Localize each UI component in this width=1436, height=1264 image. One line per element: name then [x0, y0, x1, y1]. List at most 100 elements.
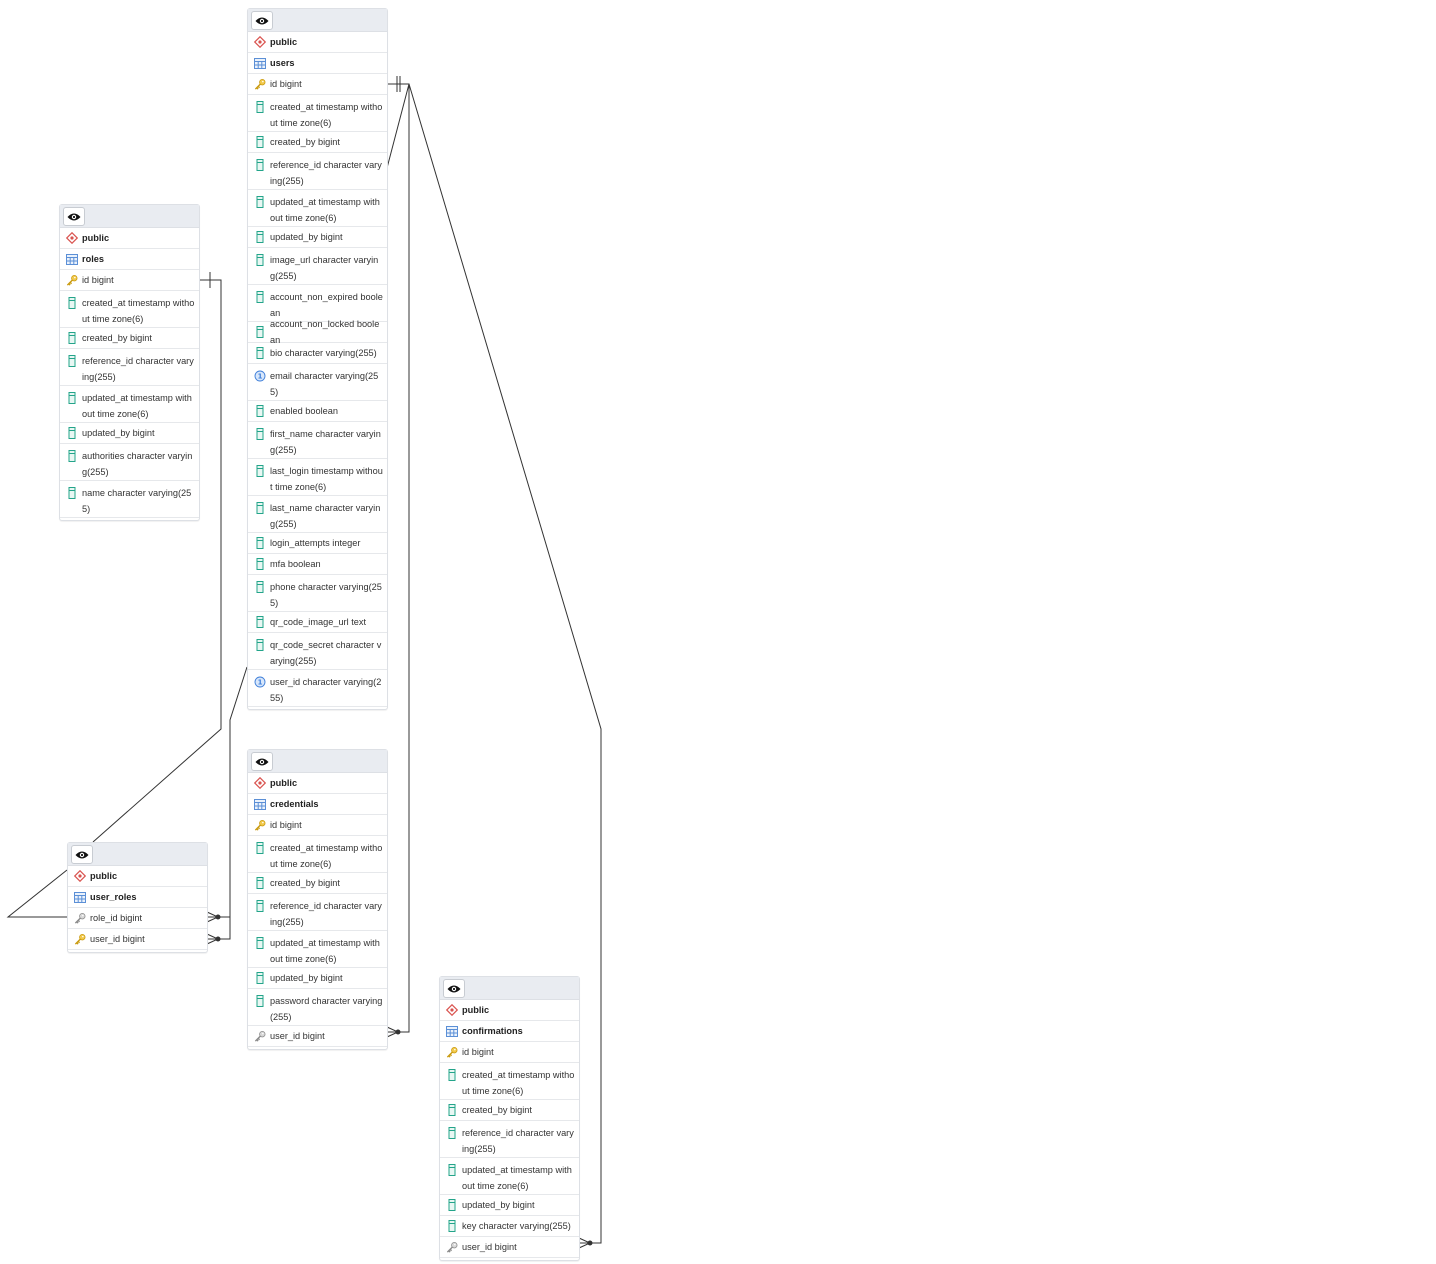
foreign-key-icon [254, 1029, 266, 1043]
table-name-row[interactable]: credentials [248, 794, 387, 815]
column-row-label: image_url character varying(255) [270, 255, 379, 281]
schema-row[interactable]: public [248, 32, 387, 53]
column-icon [254, 971, 266, 985]
column-row[interactable]: reference_id character varying(255) [248, 153, 387, 190]
table-users[interactable]: public users id bigint created_at timestamp… [247, 8, 388, 710]
column-row-label: id bigint [270, 79, 302, 89]
column-row[interactable]: id bigint [248, 815, 387, 836]
column-row[interactable]: user_id bigint [68, 929, 207, 950]
column-row[interactable]: id bigint [60, 270, 199, 291]
table-header [248, 9, 387, 32]
column-row[interactable]: created_at timestamp without time zone(6… [60, 291, 199, 328]
primary-key-icon [446, 1045, 458, 1059]
table-name-row[interactable]: roles [60, 249, 199, 270]
column-row[interactable]: role_id bigint [68, 908, 207, 929]
column-row[interactable]: id bigint [248, 74, 387, 95]
column-row[interactable]: created_at timestamp without time zone(6… [248, 836, 387, 873]
column-row-label: role_id bigint [90, 913, 143, 923]
column-row-label: phone character varying(255) [270, 582, 382, 608]
column-row-label: created_at timestamp without time zone(6… [82, 298, 195, 324]
schema-row[interactable]: public [248, 773, 387, 794]
column-row[interactable]: updated_at timestamp without time zone(6… [248, 931, 387, 968]
column-row[interactable]: updated_by bigint [248, 968, 387, 989]
table-confirmations[interactable]: public confirmations id bigint created_at t… [439, 976, 580, 1261]
column-row[interactable]: enabled boolean [248, 401, 387, 422]
column-row[interactable]: mfa boolean [248, 554, 387, 575]
column-row[interactable]: reference_id character varying(255) [248, 894, 387, 931]
column-row[interactable]: account_non_locked boolean [248, 319, 387, 345]
column-icon [254, 501, 266, 515]
table-user-roles[interactable]: public user_roles role_id bigint user_id bi… [67, 842, 208, 953]
table-name-row-label: user_roles [90, 892, 137, 902]
table-credentials[interactable]: public credentials id bigint created_at tim… [247, 749, 388, 1050]
column-row[interactable]: id bigint [440, 1042, 579, 1063]
column-icon [66, 486, 78, 500]
column-row[interactable]: last_login timestamp without time zone(6… [248, 459, 387, 496]
foreign-key-icon [74, 911, 86, 925]
schema-row[interactable]: public [68, 866, 207, 887]
column-row[interactable]: name character varying(255) [60, 481, 199, 518]
column-icon [254, 994, 266, 1008]
column-icon [254, 557, 266, 571]
primary-key-icon [254, 77, 266, 91]
column-row[interactable]: authorities character varying(255) [60, 444, 199, 481]
column-row[interactable]: created_by bigint [60, 328, 199, 349]
column-row[interactable]: updated_by bigint [440, 1195, 579, 1216]
column-row[interactable]: updated_at timestamp without time zone(6… [248, 190, 387, 227]
column-row[interactable]: first_name character varying(255) [248, 422, 387, 459]
column-icon [254, 290, 266, 304]
column-row[interactable]: key character varying(255) [440, 1216, 579, 1237]
column-row[interactable]: updated_by bigint [248, 227, 387, 248]
column-row[interactable]: created_by bigint [248, 132, 387, 153]
column-row[interactable]: qr_code_secret character varying(255) [248, 633, 387, 670]
column-row[interactable]: image_url character varying(255) [248, 248, 387, 285]
column-row[interactable]: created_at timestamp without time zone(6… [248, 95, 387, 132]
column-row[interactable]: updated_by bigint [60, 423, 199, 444]
column-row[interactable]: 1 email character varying(255) [248, 364, 387, 401]
table-roles[interactable]: public roles id bigint created_at timestamp… [59, 204, 200, 521]
column-icon [254, 876, 266, 890]
schema-icon [74, 869, 86, 883]
schema-row-label: public [462, 1005, 490, 1015]
eye-icon[interactable] [71, 845, 93, 864]
column-row[interactable]: qr_code_image_url text [248, 612, 387, 633]
table-name-row-label: confirmations [462, 1026, 523, 1036]
column-icon [446, 1126, 458, 1140]
table-header [68, 843, 207, 866]
column-row-label: updated_at timestamp without time zone(6… [462, 1165, 572, 1191]
column-row[interactable]: created_by bigint [440, 1100, 579, 1121]
column-row-label: updated_by bigint [462, 1200, 535, 1210]
column-row[interactable]: user_id bigint [440, 1237, 579, 1258]
schema-row[interactable]: public [440, 1000, 579, 1021]
column-icon [66, 391, 78, 405]
table-name-row[interactable]: users [248, 53, 387, 74]
column-row[interactable]: bio character varying(255) [248, 343, 387, 364]
column-row-label: login_attempts integer [270, 538, 361, 548]
column-row[interactable]: created_by bigint [248, 873, 387, 894]
table-header [248, 750, 387, 773]
column-row[interactable]: reference_id character varying(255) [440, 1121, 579, 1158]
eye-icon[interactable] [251, 11, 273, 30]
schema-row[interactable]: public [60, 228, 199, 249]
column-row-label: first_name character varying(255) [270, 429, 381, 455]
column-row[interactable]: phone character varying(255) [248, 575, 387, 612]
column-row[interactable]: created_at timestamp without time zone(6… [440, 1063, 579, 1100]
column-row[interactable]: login_attempts integer [248, 533, 387, 554]
eye-icon[interactable] [443, 979, 465, 998]
column-row[interactable]: updated_at timestamp without time zone(6… [440, 1158, 579, 1195]
eye-icon[interactable] [63, 207, 85, 226]
table-name-row-label: roles [82, 254, 104, 264]
column-icon [254, 253, 266, 267]
column-row[interactable]: reference_id character varying(255) [60, 349, 199, 386]
column-row[interactable]: updated_at timestamp without time zone(6… [60, 386, 199, 423]
column-row[interactable]: 1 user_id character varying(255) [248, 670, 387, 707]
table-name-row[interactable]: confirmations [440, 1021, 579, 1042]
column-icon [254, 580, 266, 594]
column-row[interactable]: password character varying(255) [248, 989, 387, 1026]
column-row-label: created_by bigint [270, 878, 340, 888]
column-icon [446, 1163, 458, 1177]
column-row[interactable]: last_name character varying(255) [248, 496, 387, 533]
eye-icon[interactable] [251, 752, 273, 771]
table-name-row[interactable]: user_roles [68, 887, 207, 908]
column-row[interactable]: user_id bigint [248, 1026, 387, 1047]
